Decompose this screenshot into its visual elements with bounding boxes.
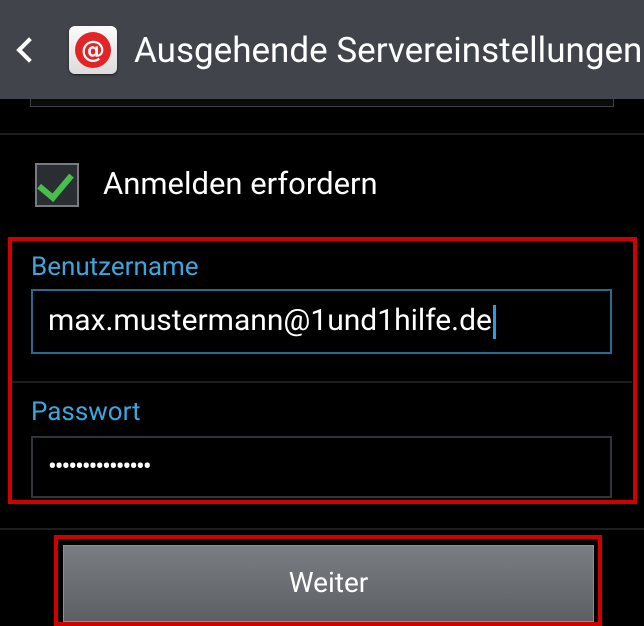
password-field[interactable]: ••••••••••••••• <box>31 436 612 498</box>
email-app-icon: @ <box>69 26 117 74</box>
at-sign-icon: @ <box>81 36 105 64</box>
login-required-checkbox[interactable] <box>35 163 79 207</box>
page-title: Ausgehende Servereinstellungen <box>134 30 643 71</box>
divider <box>12 381 632 383</box>
checkmark-icon <box>37 163 74 203</box>
scrolled-field-remnant <box>30 99 614 107</box>
password-value: ••••••••••••••• <box>48 452 152 482</box>
screen: @ Ausgehende Servereinstellungen Anmelde… <box>0 0 644 626</box>
text-cursor <box>492 305 496 340</box>
password-label: Passwort <box>31 397 141 427</box>
username-value: max.mustermann@1und1hilfe.de <box>48 303 492 338</box>
chevron-left-icon[interactable] <box>16 37 42 63</box>
divider <box>0 528 644 530</box>
username-label: Benutzername <box>31 252 199 282</box>
next-button[interactable]: Weiter <box>63 545 594 622</box>
divider <box>0 133 644 135</box>
username-field[interactable]: max.mustermann@1und1hilfe.de <box>31 289 612 354</box>
login-required-label: Anmelden erfordern <box>103 165 378 202</box>
action-bar: @ Ausgehende Servereinstellungen <box>0 0 644 99</box>
